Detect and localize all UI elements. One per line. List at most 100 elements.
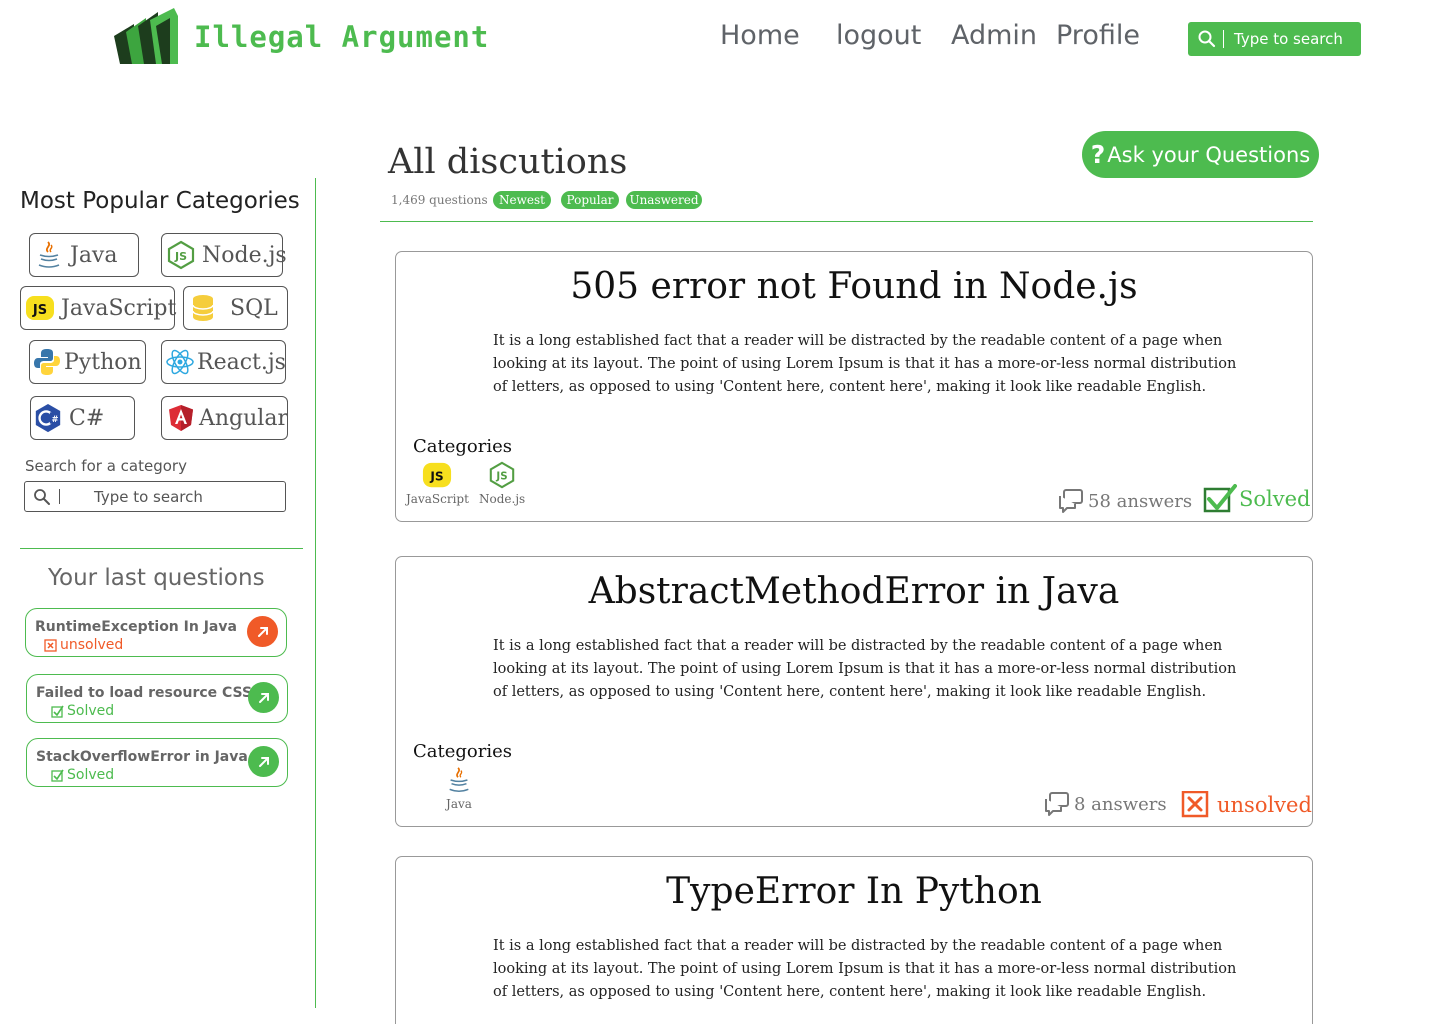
- category-angular[interactable]: Angular: [161, 396, 288, 440]
- python-icon: [32, 347, 62, 377]
- svg-text:JS: JS: [495, 471, 507, 483]
- categories-label: Categories: [413, 436, 512, 457]
- csharp-icon: #: [33, 403, 63, 433]
- categories-heading: Most Popular Categories: [20, 188, 300, 214]
- question-title[interactable]: AbstractMethodError in Java: [396, 571, 1312, 612]
- arrow-up-right-icon: [257, 626, 268, 637]
- solved-icon: [51, 769, 64, 782]
- main-divider: [380, 221, 1313, 222]
- status-label: Solved: [67, 703, 115, 719]
- last-question-item[interactable]: StackOverflowError in Java Solved: [26, 738, 288, 787]
- nodejs-icon: JS: [487, 460, 517, 490]
- nav-logout[interactable]: logout: [836, 20, 921, 51]
- javascript-icon: JS: [422, 460, 452, 490]
- unsolved-icon: [44, 638, 57, 652]
- svg-text:JS: JS: [32, 303, 47, 318]
- category-javascript[interactable]: JS JavaScript: [20, 286, 176, 330]
- status-label: Solved: [1239, 487, 1311, 511]
- search-icon: [1198, 30, 1216, 48]
- category-label: Java: [70, 242, 118, 268]
- status-label: Solved: [67, 767, 115, 783]
- category-python[interactable]: Python: [29, 340, 146, 384]
- question-body: It is a long established fact that a rea…: [493, 333, 1237, 395]
- status-label: unsolved: [60, 637, 124, 653]
- category-label: Node.js: [202, 242, 287, 268]
- last-question-status: unsolved: [44, 637, 123, 653]
- question-mark-icon: ?: [1090, 140, 1106, 169]
- category-label: SQL: [230, 295, 278, 321]
- question-tag[interactable]: JS JavaScript: [406, 460, 469, 506]
- header-search-placeholder: Type to search: [1234, 30, 1343, 48]
- tag-label: JavaScript: [406, 492, 469, 506]
- question-card[interactable]: 505 error not Found in Node.js It is a l…: [395, 251, 1313, 522]
- arrow-up-right-icon: [258, 756, 269, 767]
- last-question-item[interactable]: RuntimeException In Java unsolved: [25, 608, 287, 657]
- open-question-button[interactable]: [248, 746, 279, 777]
- last-questions-heading: Your last questions: [48, 565, 265, 591]
- java-icon: [34, 240, 64, 270]
- filter-newest[interactable]: Newest: [493, 191, 551, 209]
- logo-text: Illegal Argument: [194, 20, 490, 54]
- question-card[interactable]: AbstractMethodError in Java It is a long…: [395, 556, 1313, 827]
- solved-icon: [1203, 484, 1237, 513]
- category-sql[interactable]: SQL: [183, 286, 288, 330]
- open-question-button[interactable]: [248, 682, 279, 713]
- filter-unanswered[interactable]: Unaswered: [626, 191, 702, 209]
- ask-question-label: Ask your Questions: [1107, 142, 1311, 167]
- question-title[interactable]: 505 error not Found in Node.js: [396, 266, 1312, 307]
- java-icon: [444, 765, 474, 795]
- category-search-label: Search for a category: [25, 457, 187, 475]
- open-question-button[interactable]: [247, 616, 278, 647]
- solved-status: Solved: [1203, 484, 1310, 514]
- answer-count-label: 58 answers: [1088, 490, 1193, 512]
- nodejs-icon: JS: [166, 240, 196, 270]
- database-icon: [188, 293, 218, 323]
- filter-popular[interactable]: Popular: [561, 191, 619, 209]
- question-tag[interactable]: Java: [444, 765, 474, 811]
- category-reactjs[interactable]: React.js: [161, 340, 286, 384]
- last-question-item[interactable]: Failed to load resource CSS Solved: [26, 674, 288, 723]
- question-card[interactable]: TypeError In Python It is a long establi…: [395, 856, 1313, 1024]
- answer-count[interactable]: 58 answers: [1058, 488, 1192, 514]
- comments-icon: [1045, 792, 1069, 816]
- category-csharp[interactable]: # C#: [30, 396, 135, 440]
- solved-icon: [51, 705, 64, 718]
- nav-profile[interactable]: Profile: [1056, 20, 1140, 51]
- svg-text:JS: JS: [174, 250, 187, 263]
- last-question-status: Solved: [51, 767, 114, 783]
- answer-count-label: 8 answers: [1074, 793, 1167, 815]
- question-title[interactable]: TypeError In Python: [396, 871, 1312, 912]
- category-search-input[interactable]: Type to search: [24, 481, 286, 512]
- category-java[interactable]: Java: [29, 233, 139, 277]
- answer-count[interactable]: 8 answers: [1044, 791, 1167, 817]
- ask-question-button[interactable]: ? Ask your Questions: [1082, 131, 1319, 178]
- question-count: 1,469 questions: [391, 193, 488, 207]
- nav-home[interactable]: Home: [720, 20, 800, 51]
- angular-icon: [167, 403, 195, 433]
- nav-admin[interactable]: Admin: [951, 20, 1037, 51]
- question-tag[interactable]: JS Node.js: [479, 460, 525, 506]
- svg-text:JS: JS: [430, 470, 444, 484]
- logo-mark-icon: [114, 8, 178, 64]
- arrow-up-right-icon: [258, 692, 269, 703]
- question-body: It is a long established fact that a rea…: [493, 938, 1237, 1000]
- search-divider: [59, 489, 60, 504]
- category-nodejs[interactable]: JS Node.js: [161, 233, 287, 277]
- status-label: unsolved: [1217, 793, 1312, 817]
- last-question-status: Solved: [51, 703, 114, 719]
- comments-icon: [1059, 489, 1083, 513]
- logo[interactable]: Illegal Argument: [112, 6, 489, 68]
- categories-label: Categories: [413, 741, 512, 762]
- tag-label: Java: [446, 797, 472, 811]
- javascript-icon: JS: [25, 293, 55, 323]
- unsolved-status: unsolved: [1181, 791, 1312, 819]
- unsolved-icon: [1181, 791, 1209, 818]
- category-label: Python: [64, 349, 142, 375]
- header-search-input[interactable]: Type to search: [1188, 22, 1361, 56]
- tag-label: Node.js: [479, 492, 526, 506]
- last-question-title: RuntimeException In Java: [35, 619, 237, 635]
- search-icon: [34, 488, 50, 505]
- last-question-title: Failed to load resource CSS: [36, 685, 253, 701]
- search-divider: [1223, 30, 1224, 48]
- sidebar-section-divider: [20, 548, 303, 549]
